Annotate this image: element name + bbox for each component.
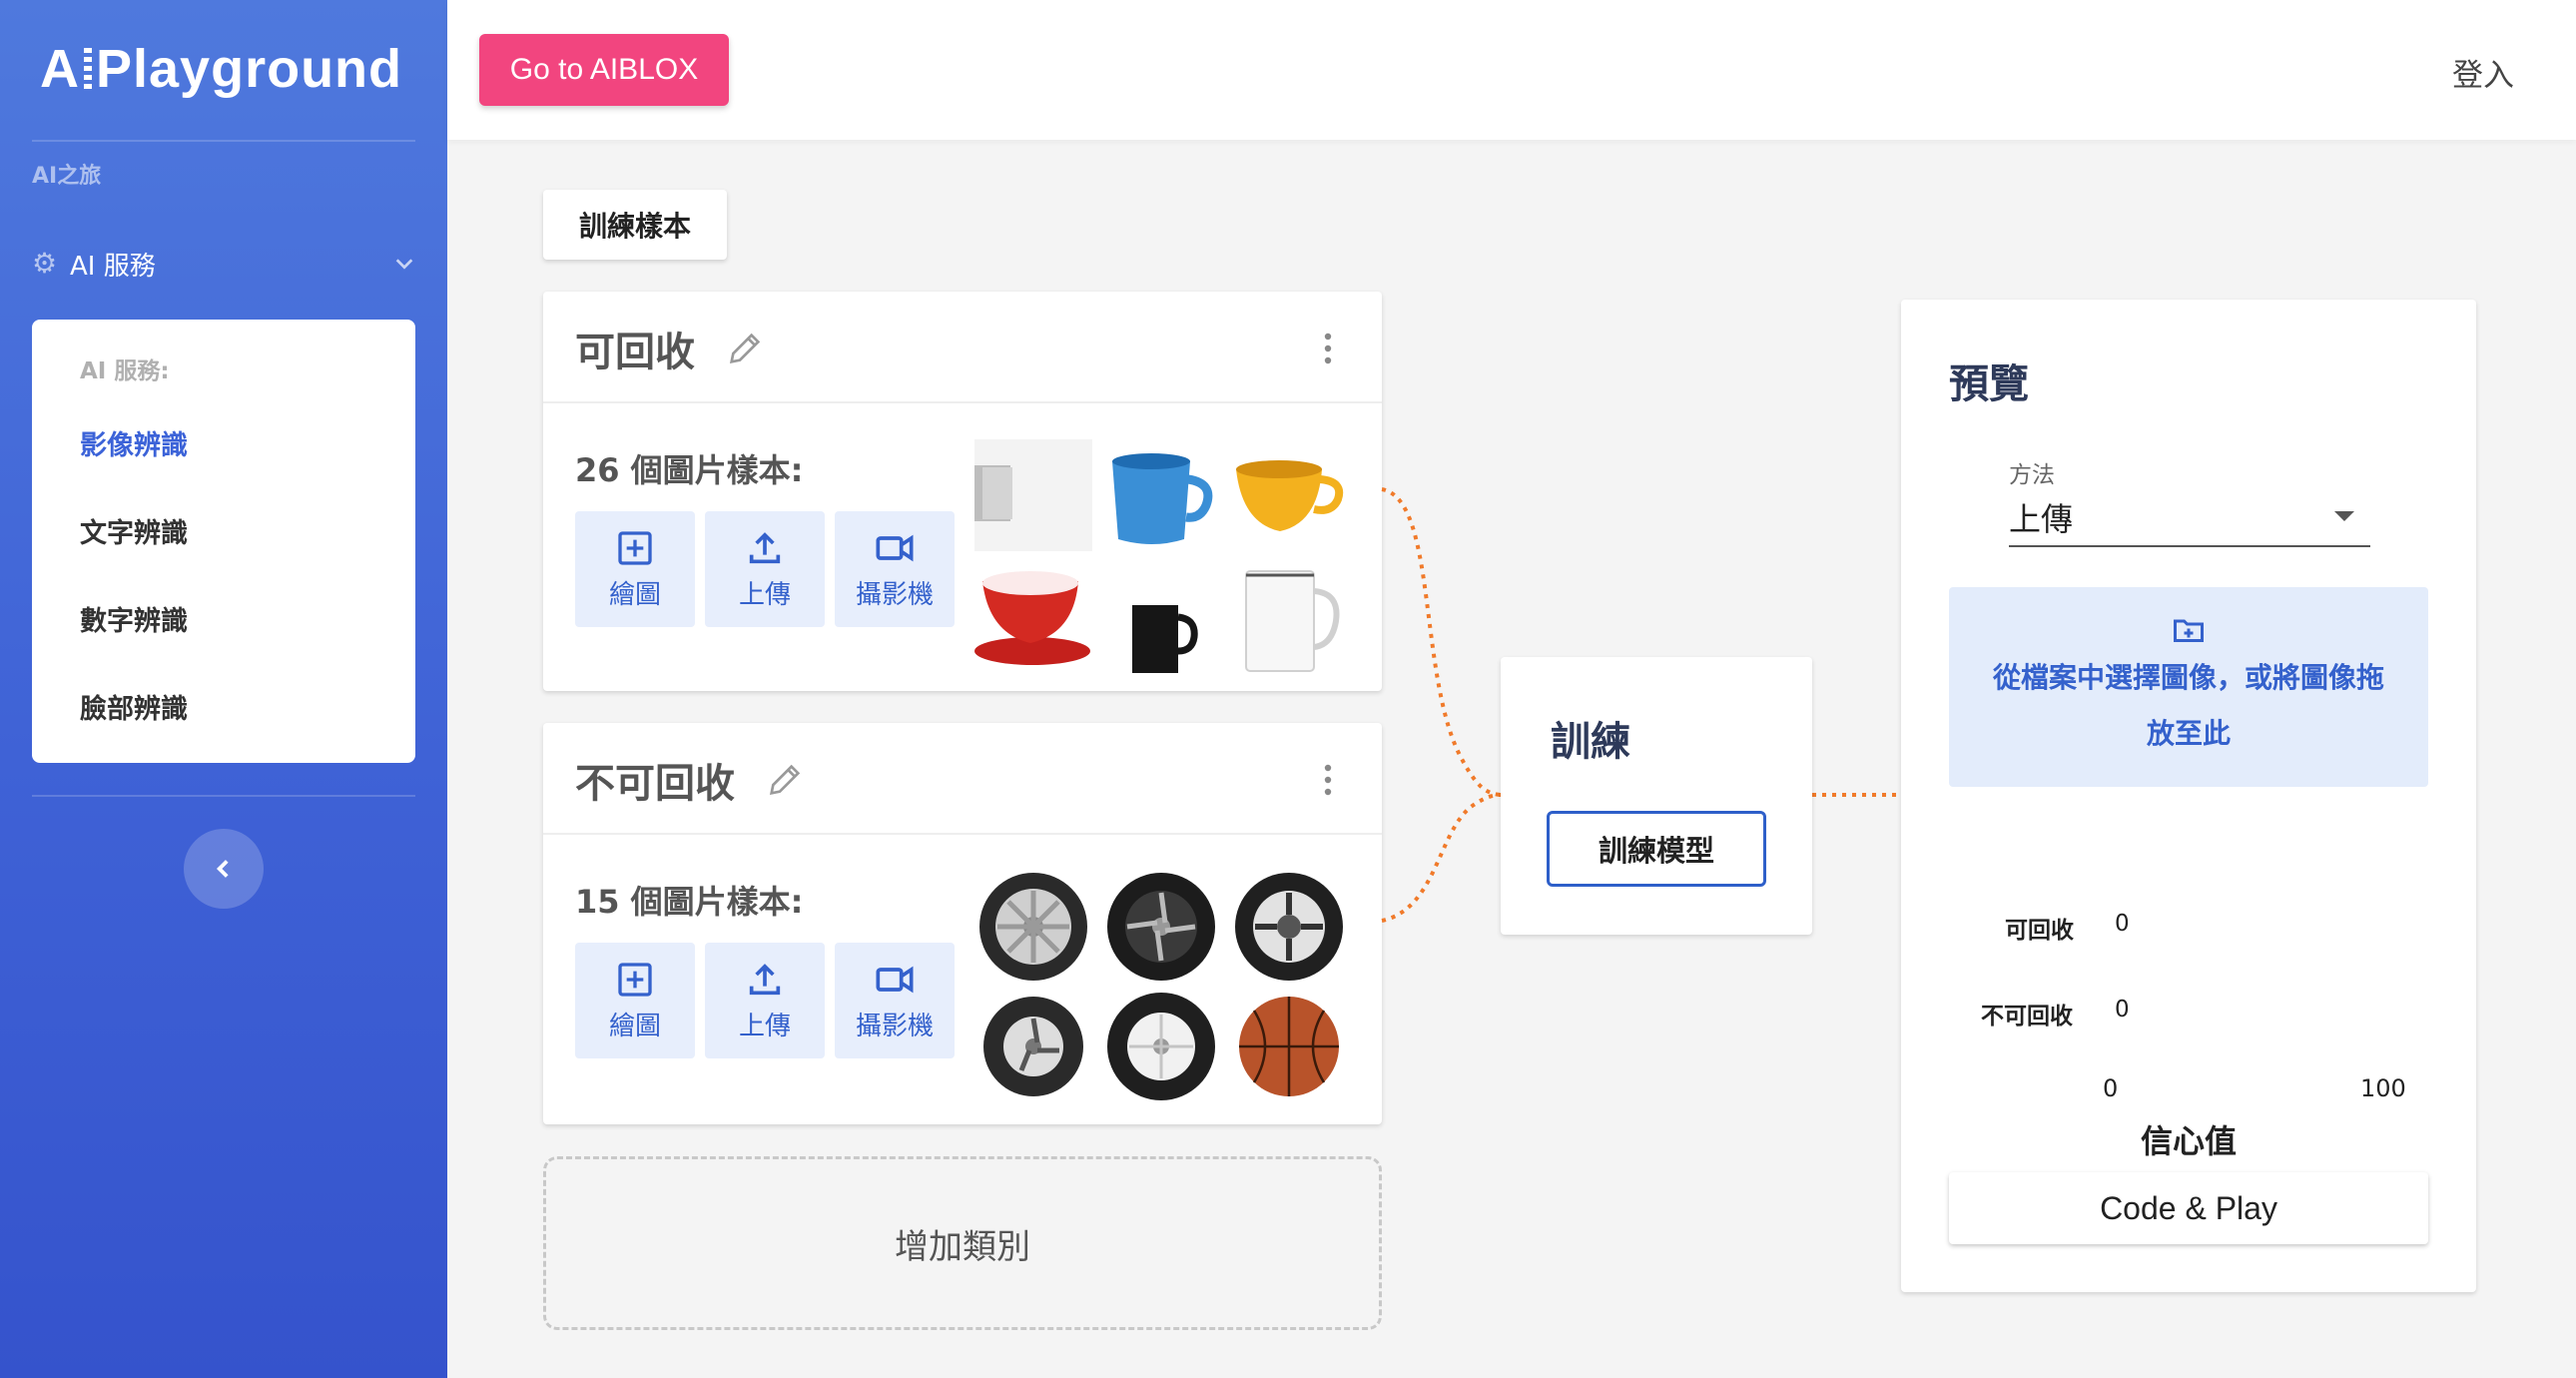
axis-min-label: 0 <box>2103 1074 2119 1102</box>
login-link[interactable]: 登入 <box>2452 50 2514 95</box>
sidebar-caption: AI之旅 <box>32 164 102 189</box>
preview-panel: 預覽 方法 上傳 從檔案中選擇圖像，或將圖像拖 放至此 可回收 0 不可回收 0… <box>1901 300 2476 1292</box>
add-class-button[interactable]: 增加類別 <box>543 1156 1382 1330</box>
menu-item-text-recognition[interactable]: 文字辨識 <box>80 511 188 550</box>
chevron-left-icon <box>216 860 229 878</box>
connector-line <box>1381 793 1502 923</box>
thumb-tire-small[interactable] <box>974 991 1092 1102</box>
logo-text-playground: Playground <box>96 39 403 99</box>
menu-item-face-recognition[interactable]: 臉部辨識 <box>80 687 188 726</box>
connector-line <box>1381 487 1502 797</box>
code-and-play-button[interactable]: Code & Play <box>1949 1172 2428 1244</box>
dropzone-text-line2: 放至此 <box>2146 717 2231 750</box>
top-header: 登入 <box>447 0 2576 140</box>
train-model-button[interactable]: 訓練模型 <box>1547 811 1766 887</box>
confidence-label-recyclable: 可回收 <box>2005 918 2074 944</box>
ai-service-menu: AI 服務: 影像辨識 文字辨識 數字辨識 臉部辨識 <box>32 320 415 763</box>
edit-pencil-icon[interactable] <box>765 760 805 800</box>
ai-service-label: AI 服務 <box>70 251 156 282</box>
thumb-white-mug[interactable] <box>1230 561 1348 673</box>
camera-button[interactable]: 攝影機 <box>835 511 955 627</box>
draw-label: 繪圖 <box>608 579 661 610</box>
train-panel: 訓練 訓練模型 <box>1501 657 1812 935</box>
class-name-text: 不可回收 <box>575 761 735 807</box>
sidebar-divider <box>32 140 415 142</box>
thumb-black-mug[interactable] <box>1102 561 1220 673</box>
thumb-tire-chrome[interactable] <box>1230 871 1348 983</box>
method-label: 方法 <box>2009 462 2055 488</box>
camera-label: 攝影機 <box>855 579 934 610</box>
sample-count: 15 個圖片樣本: <box>575 883 804 921</box>
method-select[interactable]: 上傳 <box>2009 489 2370 547</box>
more-options-icon[interactable] <box>1324 332 1332 365</box>
thumb-gray-mug[interactable] <box>974 439 1092 551</box>
logo-bar-icon <box>84 48 92 90</box>
goto-aiblox-button[interactable]: Go to AIBLOX <box>479 34 729 106</box>
thumb-basketball[interactable] <box>1230 991 1348 1102</box>
class-card-non-recyclable: 不可回收 15 個圖片樣本: 繪圖 上傳 攝影機 <box>543 723 1382 1124</box>
image-dropzone[interactable]: 從檔案中選擇圖像，或將圖像拖 放至此 <box>1949 587 2428 787</box>
confidence-value-non-recyclable: 0 <box>2115 997 2130 1023</box>
preview-title: 預覽 <box>1949 361 2029 407</box>
draw-button[interactable]: 繪圖 <box>575 511 695 627</box>
thumb-tire-white[interactable] <box>1102 991 1220 1102</box>
sample-thumbnails <box>974 871 1348 1102</box>
sidebar: A Playground AI之旅 ⚙ AI 服務 AI 服務: 影像辨識 文字… <box>0 0 447 1378</box>
menu-caption: AI 服務: <box>80 358 170 384</box>
thumb-tire-black[interactable] <box>1102 871 1220 983</box>
confidence-axis-title: 信心值 <box>2140 1122 2237 1160</box>
draw-button[interactable]: 繪圖 <box>575 943 695 1058</box>
folder-add-icon <box>2174 619 2204 642</box>
menu-item-digit-recognition[interactable]: 數字辨識 <box>80 599 188 638</box>
sample-thumbnails <box>974 439 1348 673</box>
logo-text-a: A <box>40 39 80 99</box>
gear-icon: ⚙ <box>32 247 58 280</box>
draw-plus-icon <box>618 530 652 565</box>
upload-button[interactable]: 上傳 <box>705 511 825 627</box>
upload-icon <box>749 963 781 995</box>
sample-count: 26 個圖片樣本: <box>575 451 804 489</box>
train-samples-button[interactable]: 訓練樣本 <box>543 190 727 260</box>
upload-button[interactable]: 上傳 <box>705 943 825 1058</box>
video-camera-icon <box>876 966 914 993</box>
collapse-sidebar-button[interactable] <box>184 829 264 909</box>
method-value: 上傳 <box>2009 500 2074 538</box>
thumb-blue-mug[interactable] <box>1102 439 1220 551</box>
sidebar-divider <box>32 795 415 797</box>
app-logo[interactable]: A Playground <box>40 38 402 100</box>
upload-icon <box>749 531 781 563</box>
class-name-text: 可回收 <box>575 330 695 375</box>
thumb-yellow-mug[interactable] <box>1230 439 1348 551</box>
class-name: 不可回收 <box>575 751 805 809</box>
draw-plus-icon <box>618 962 652 997</box>
confidence-value-recyclable: 0 <box>2115 911 2130 937</box>
dropzone-text-line1: 從檔案中選擇圖像，或將圖像拖 <box>1992 661 2384 694</box>
thumb-red-mug[interactable] <box>974 561 1092 673</box>
axis-max-label: 100 <box>2360 1074 2406 1102</box>
class-card-recyclable: 可回收 26 個圖片樣本: 繪圖 上傳 攝影機 <box>543 292 1382 691</box>
upload-label: 上傳 <box>738 1011 791 1041</box>
menu-item-image-recognition[interactable]: 影像辨識 <box>80 423 188 462</box>
dropdown-arrow-icon <box>2334 511 2354 521</box>
confidence-label-non-recyclable: 不可回收 <box>1981 1004 2073 1030</box>
camera-button[interactable]: 攝影機 <box>835 943 955 1058</box>
chevron-down-icon <box>395 259 413 270</box>
video-camera-icon <box>876 534 914 561</box>
ai-service-toggle[interactable]: ⚙ AI 服務 <box>32 242 415 286</box>
card-header: 不可回收 <box>543 723 1382 835</box>
more-options-icon[interactable] <box>1324 763 1332 797</box>
card-header: 可回收 <box>543 292 1382 403</box>
draw-label: 繪圖 <box>608 1011 661 1041</box>
train-title: 訓練 <box>1551 719 1630 765</box>
thumb-tire-silver[interactable] <box>974 871 1092 983</box>
edit-pencil-icon[interactable] <box>725 329 765 368</box>
upload-label: 上傳 <box>738 579 791 610</box>
class-name: 可回收 <box>575 320 765 377</box>
camera-label: 攝影機 <box>855 1011 934 1041</box>
